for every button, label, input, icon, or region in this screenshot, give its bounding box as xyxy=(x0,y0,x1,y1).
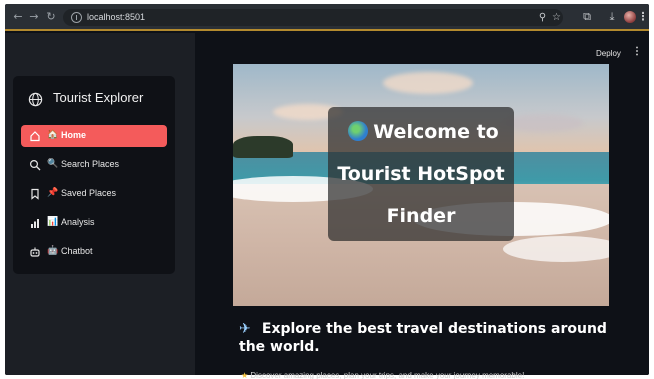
sidebar-item-label: Analysis xyxy=(61,217,95,227)
robot-emoji-icon: 🤖 xyxy=(47,246,59,256)
zoom-icon[interactable]: ⚲ xyxy=(536,11,549,24)
forward-arrow-icon[interactable]: → xyxy=(27,10,41,24)
sidebar-item-label: Search Places xyxy=(61,159,120,169)
extensions-icon[interactable]: ⧉ xyxy=(580,10,594,24)
globe-icon xyxy=(28,92,43,107)
sparkle-icon: ★ xyxy=(241,371,249,379)
tagline: ✈ Explore the best travel destinations a… xyxy=(239,320,619,356)
home-icon xyxy=(30,131,40,142)
hero-cloud xyxy=(383,72,473,94)
sidebar-item-label: Home xyxy=(61,130,87,140)
star-icon[interactable]: ☆ xyxy=(550,11,563,24)
subtagline-text: Discover amazing places, plan your trips… xyxy=(250,371,525,379)
welcome-box: Welcome to Tourist HotSpot Finder xyxy=(328,107,514,241)
sidebar-item-label: Saved Places xyxy=(61,188,117,198)
sidebar-item-search-places[interactable]: 🔍 Search Places xyxy=(21,154,167,176)
sidebar-item-home[interactable]: 🏠 Home xyxy=(21,125,167,147)
magnifier-emoji-icon: 🔍 xyxy=(47,159,59,169)
welcome-line-3: Finder xyxy=(386,205,456,227)
profile-avatar[interactable] xyxy=(624,11,636,23)
sidebar-item-analysis[interactable]: 📊 Analysis xyxy=(21,212,167,234)
kebab-menu-icon[interactable]: ⋮ xyxy=(632,46,642,58)
sidebar-title: Tourist Explorer xyxy=(53,90,144,105)
browser-toolbar: ← → ↻ localhost:8501 ⚲ ☆ ⧉ ⤓ ⋮ xyxy=(5,4,649,31)
deploy-button[interactable]: Deploy xyxy=(596,49,621,58)
search-icon xyxy=(29,159,41,171)
airplane-icon: ✈ xyxy=(239,321,251,337)
browser-menu-icon[interactable]: ⋮ xyxy=(636,10,649,24)
hero-cloud xyxy=(503,114,583,132)
download-icon[interactable]: ⤓ xyxy=(605,10,619,24)
hero-banner: Welcome to Tourist HotSpot Finder xyxy=(233,64,609,306)
site-info-icon[interactable] xyxy=(71,12,82,23)
robot-icon xyxy=(30,247,40,257)
bookmark-icon xyxy=(31,188,39,200)
address-bar[interactable]: localhost:8501 ⚲ ☆ xyxy=(63,9,563,26)
sidebar-item-saved-places[interactable]: 📌 Saved Places xyxy=(21,183,167,205)
url-text[interactable]: localhost:8501 xyxy=(87,12,145,22)
tagline-text: Explore the best travel destinations aro… xyxy=(239,321,607,355)
hero-palm-trees xyxy=(233,136,293,158)
pushpin-emoji-icon: 📌 xyxy=(47,188,59,198)
home-emoji-icon: 🏠 xyxy=(47,130,59,140)
welcome-line-2: Tourist HotSpot xyxy=(337,163,505,185)
back-arrow-icon[interactable]: ← xyxy=(11,10,25,24)
chart-emoji-icon: 📊 xyxy=(47,217,59,227)
bar-chart-icon xyxy=(31,219,39,228)
welcome-line-1: Welcome to xyxy=(373,121,499,143)
reload-icon[interactable]: ↻ xyxy=(44,10,58,24)
sidebar-item-chatbot[interactable]: 🤖 Chatbot xyxy=(21,241,167,263)
sidebar-item-label: Chatbot xyxy=(61,246,93,256)
subtagline: ★ Discover amazing places, plan your tri… xyxy=(241,371,524,379)
sidebar-menu: Tourist Explorer 🏠 Home 🔍 Search Places … xyxy=(13,76,175,274)
